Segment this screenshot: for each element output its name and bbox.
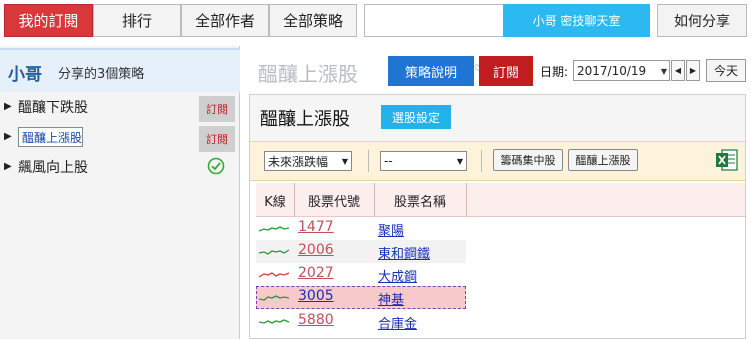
kline-sparkline bbox=[259, 295, 289, 301]
strategy-count: 分享的3個策略 bbox=[58, 67, 145, 82]
stock-code-link[interactable]: 3005 bbox=[298, 288, 334, 304]
column-header-code[interactable]: 股票代號 bbox=[294, 183, 374, 217]
date-value: 2017/10/19 bbox=[577, 63, 647, 78]
results-title: 醞釀上漲股 bbox=[260, 109, 350, 130]
subscribe-button[interactable]: 訂閱 bbox=[199, 126, 235, 152]
stock-name-link[interactable]: 合庫金 bbox=[378, 313, 417, 332]
how-to-share-button[interactable]: 如何分享 bbox=[657, 4, 747, 37]
stock-code-link[interactable]: 2006 bbox=[298, 242, 334, 258]
stock-name-link[interactable]: 聚陽 bbox=[378, 220, 404, 239]
select-value: 未來漲跌幅 bbox=[268, 154, 329, 169]
stock-name-link[interactable]: 東和鋼鐵 bbox=[378, 243, 430, 262]
search-input[interactable] bbox=[364, 4, 504, 37]
date-select[interactable]: 2017/10/19 ▼ bbox=[573, 60, 670, 81]
sidebar-item-label[interactable]: 飆風向上股 bbox=[18, 157, 88, 177]
tab-all-authors[interactable]: 全部作者 bbox=[181, 4, 269, 37]
tab-ranking[interactable]: 排行 bbox=[93, 4, 181, 37]
stock-name-link[interactable]: 大成鋼 bbox=[378, 266, 417, 285]
prev-date-button[interactable]: ◀ bbox=[671, 60, 685, 81]
stock-code-link[interactable]: 2027 bbox=[298, 265, 334, 281]
chevron-down-icon: ▼ bbox=[341, 157, 348, 166]
uptrend-button[interactable]: 醞釀上漲股 bbox=[568, 149, 638, 171]
tab-all-strategies[interactable]: 全部策略 bbox=[269, 4, 357, 37]
future-change-select[interactable]: 未來漲跌幅 ▼ bbox=[264, 151, 352, 171]
kline-sparkline bbox=[259, 319, 289, 324]
chevron-down-icon: ▼ bbox=[660, 67, 667, 76]
divider bbox=[368, 150, 369, 172]
triangle-right-icon: ▶ bbox=[4, 131, 12, 142]
column-header-name[interactable]: 股票名稱 bbox=[374, 183, 466, 217]
subscribe-button[interactable]: 訂閱 bbox=[199, 96, 235, 122]
kline-sparkline bbox=[259, 272, 289, 278]
strategy-title: 醞釀上漲股 bbox=[258, 62, 358, 86]
author-name[interactable]: 小哥 bbox=[8, 60, 42, 85]
kline-sparkline bbox=[259, 226, 289, 232]
next-date-button[interactable]: ▶ bbox=[686, 60, 700, 81]
sidebar-item-label[interactable]: 醞釀下跌股 bbox=[18, 97, 88, 117]
tab-my-subscriptions[interactable]: 我的訂閱 bbox=[4, 4, 93, 37]
check-circle-icon bbox=[207, 157, 225, 175]
stock-name-link[interactable]: 神基 bbox=[378, 289, 404, 308]
stock-code-link[interactable]: 1477 bbox=[298, 219, 334, 235]
triangle-right-icon: ▶ bbox=[4, 101, 12, 112]
excel-export-icon[interactable] bbox=[715, 148, 739, 172]
strategy-explain-button[interactable]: 策略說明 bbox=[388, 56, 474, 86]
chip-concentration-button[interactable]: 籌碼集中股 bbox=[493, 149, 563, 171]
select-value: -- bbox=[384, 154, 393, 168]
today-button[interactable]: 今天 bbox=[706, 59, 746, 82]
chat-room-button[interactable]: 小哥 密技聊天室 bbox=[503, 4, 650, 37]
column-divider bbox=[466, 183, 467, 217]
chevron-down-icon: ▼ bbox=[456, 157, 463, 166]
subscribe-strategy-button[interactable]: 訂閱 bbox=[479, 56, 533, 86]
triangle-right-icon: ▶ bbox=[4, 161, 12, 172]
kline-sparkline bbox=[259, 249, 289, 255]
divider bbox=[481, 150, 482, 172]
filter-select[interactable]: -- ▼ bbox=[380, 151, 467, 171]
sidebar-item-label[interactable]: 醞釀上漲股 bbox=[18, 127, 84, 147]
stock-code-link[interactable]: 5880 bbox=[298, 312, 334, 328]
stock-select-settings-button[interactable]: 選股設定 bbox=[381, 105, 451, 129]
column-header-kline[interactable]: K線 bbox=[256, 183, 294, 217]
date-label: 日期: bbox=[540, 65, 569, 79]
